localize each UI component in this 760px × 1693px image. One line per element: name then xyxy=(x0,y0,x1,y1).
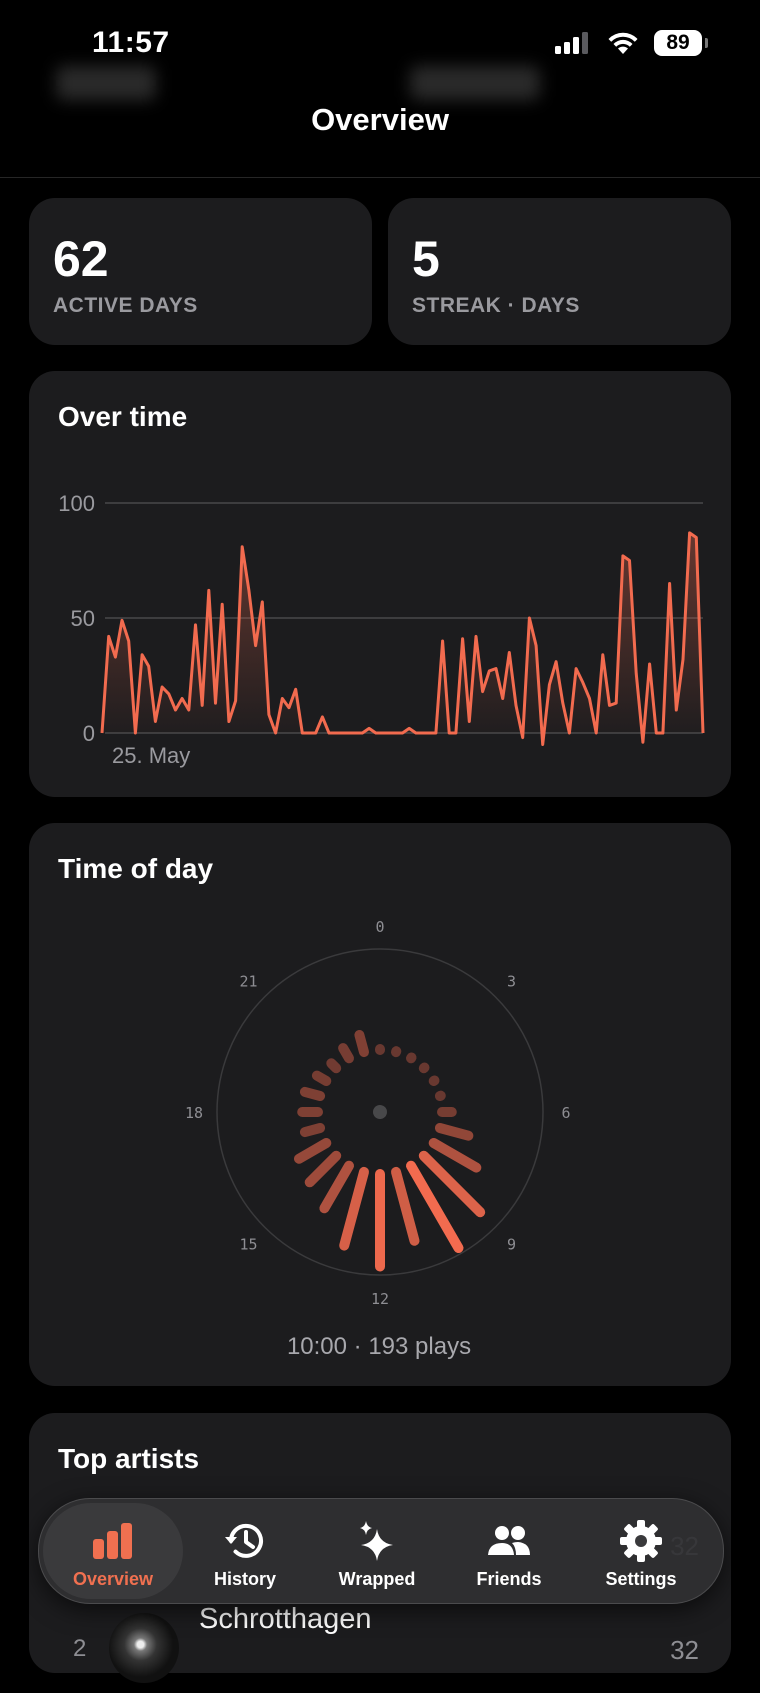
status-icons: 89 xyxy=(554,30,702,56)
artist-rank: 2 xyxy=(73,1635,86,1663)
hour-label: 21 xyxy=(239,973,257,991)
hour-label: 3 xyxy=(507,973,516,991)
hour-bar-15 xyxy=(310,1156,337,1183)
active-days-value: 62 xyxy=(53,230,109,288)
tab-history[interactable]: History xyxy=(175,1503,315,1599)
hour-bar-17 xyxy=(305,1128,320,1132)
artist-play-count: 32 xyxy=(670,1635,699,1666)
blurred-header-content xyxy=(56,66,156,100)
gear-icon xyxy=(619,1519,663,1563)
tab-bar: Overview History Wrapped Friends xyxy=(38,1498,724,1604)
time-of-day-caption: 10:00 · 193 plays xyxy=(29,1333,729,1361)
hour-bar-22 xyxy=(343,1048,349,1058)
hour-label: 0 xyxy=(375,918,384,936)
active-days-card[interactable]: 62 ACTIVE DAYS xyxy=(29,198,372,345)
artist-avatar xyxy=(109,1613,179,1683)
hour-label: 12 xyxy=(371,1290,389,1308)
over-time-card[interactable]: Over time 100 50 0 25. May xyxy=(29,371,731,797)
tab-label: Overview xyxy=(43,1569,183,1590)
blurred-header-content xyxy=(410,66,540,100)
artist-row[interactable]: 2 Schrotthagen 32 xyxy=(29,1603,729,1693)
hour-bar-2 xyxy=(411,1058,412,1059)
time-of-day-chart: 0 3 6 9 12 15 18 21 xyxy=(29,823,731,1386)
hour-bar-4 xyxy=(434,1081,435,1082)
hour-label: 9 xyxy=(507,1236,516,1254)
tab-overview[interactable]: Overview xyxy=(43,1503,183,1599)
y-tick-label: 0 xyxy=(83,721,95,746)
streak-value: 5 xyxy=(412,230,440,288)
tab-wrapped[interactable]: Wrapped xyxy=(307,1503,447,1599)
tab-label: Settings xyxy=(571,1569,711,1590)
page-title: Overview xyxy=(0,102,760,138)
hour-bar-23 xyxy=(359,1035,364,1052)
tab-label: History xyxy=(175,1569,315,1590)
hour-label: 15 xyxy=(239,1236,257,1254)
hour-bar-11 xyxy=(396,1172,415,1241)
hour-label: 6 xyxy=(561,1104,570,1122)
hour-bar-7 xyxy=(440,1128,469,1136)
hour-bar-8 xyxy=(434,1143,477,1168)
hour-bar-16 xyxy=(299,1143,326,1159)
artist-name: Schrotthagen xyxy=(199,1603,372,1636)
hour-bar-13 xyxy=(344,1172,364,1246)
header-divider xyxy=(0,177,760,178)
clock-center-dot xyxy=(373,1105,387,1119)
history-clock-icon xyxy=(223,1519,267,1563)
top-artists-title: Top artists xyxy=(58,1443,199,1475)
battery-indicator: 89 xyxy=(654,30,702,56)
streak-card[interactable]: 5 STREAK · DAYS xyxy=(388,198,731,345)
hour-label: 18 xyxy=(185,1104,203,1122)
hour-bar-14 xyxy=(324,1166,349,1209)
wifi-icon xyxy=(606,30,640,56)
tab-friends[interactable]: Friends xyxy=(439,1503,579,1599)
people-icon xyxy=(487,1519,531,1563)
sparkles-icon xyxy=(355,1519,399,1563)
bar-chart-icon xyxy=(91,1519,135,1563)
y-tick-label: 100 xyxy=(58,491,95,516)
x-start-label: 25. May xyxy=(112,743,190,768)
tab-settings[interactable]: Settings xyxy=(571,1503,711,1599)
streak-label: STREAK · DAYS xyxy=(412,294,580,318)
tab-label: Friends xyxy=(439,1569,579,1590)
hour-bar-3 xyxy=(424,1068,425,1069)
cellular-signal-icon xyxy=(554,31,592,55)
hour-bar-20 xyxy=(317,1076,326,1081)
status-time: 11:57 xyxy=(92,26,170,60)
y-tick-label: 50 xyxy=(71,606,95,631)
hour-bar-21 xyxy=(331,1063,336,1068)
tab-label: Wrapped xyxy=(307,1569,447,1590)
series-area xyxy=(102,533,703,745)
hour-bar-19 xyxy=(305,1092,320,1096)
time-of-day-card[interactable]: Time of day 036912151821 10:00 · 193 pla… xyxy=(29,823,731,1386)
over-time-chart: 100 50 0 25. May xyxy=(29,371,731,797)
active-days-label: ACTIVE DAYS xyxy=(53,294,198,318)
